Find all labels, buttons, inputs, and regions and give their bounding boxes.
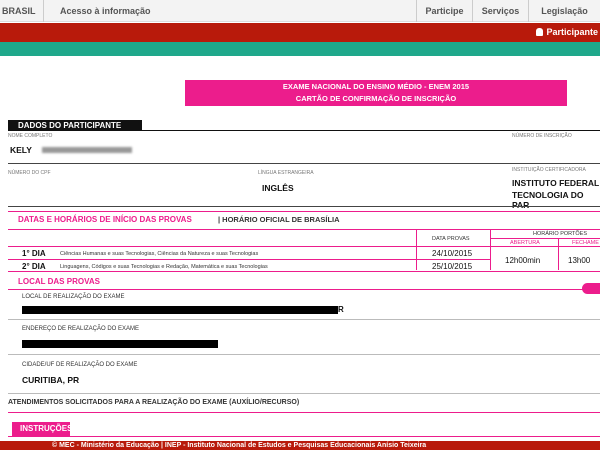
divider: [8, 246, 600, 247]
participante-menu[interactable]: Participante: [536, 23, 598, 42]
participant-bar: Participante: [0, 23, 600, 42]
local-label: LOCAL DE REALIZAÇÃO DO EXAME: [22, 294, 125, 300]
dia-1-desc: Ciências Humanas e suas Tecnologias, Ciê…: [60, 251, 259, 257]
divider: [416, 230, 417, 270]
nav-servicos[interactable]: Serviços: [472, 0, 528, 22]
lingua-value: INGLÊS: [262, 183, 294, 193]
footer: © MEC - Ministério da Educação | INEP - …: [0, 441, 600, 450]
exam-title: EXAME NACIONAL DO ENSINO MÉDIO - ENEM 20…: [282, 82, 470, 91]
dia-2-data: 25/10/2015: [432, 262, 473, 271]
nome-label: NOME COMPLETO: [8, 133, 53, 139]
teal-strip: [0, 42, 600, 56]
divider: [490, 238, 600, 239]
horario-oficial: | HORÁRIO OFICIAL DE BRASÍLIA: [218, 215, 340, 224]
nome-value: KELY: [10, 145, 32, 155]
divider: [8, 229, 600, 230]
divider: [8, 393, 600, 394]
dia-2-label: 2° DIA: [22, 262, 46, 271]
datas-heading: DATAS E HORÁRIOS DE INÍCIO DAS PROVAS: [18, 215, 192, 224]
divider: [8, 259, 490, 260]
exam-header: EXAME NACIONAL DO ENSINO MÉDIO - ENEM 20…: [185, 80, 567, 106]
instituicao-line1: INSTITUTO FEDERAL: [512, 178, 600, 188]
divider: [8, 271, 600, 272]
divider: [8, 211, 600, 212]
inscricao-label: NÚMERO DE INSCRIÇÃO: [512, 133, 572, 139]
divider: [8, 206, 600, 207]
divider: [8, 319, 600, 320]
acesso-informacao-link[interactable]: Acesso à informação: [60, 0, 151, 22]
dia-1-data: 24/10/2015: [432, 249, 473, 258]
gov-top-bar: BRASIL Acesso à informação Participe Ser…: [0, 0, 600, 22]
redacted-local: [22, 306, 338, 314]
col-data-provas: DATA PROVAS: [432, 236, 470, 242]
user-icon: [536, 28, 544, 36]
dia-1-label: 1° DIA: [22, 249, 46, 258]
dia-2-desc: Linguagens, Códigos e suas Tecnologias e…: [60, 264, 268, 270]
lingua-label: LÍNGUA ESTRANGEIRA: [258, 170, 314, 176]
redacted-name: [42, 147, 132, 153]
atendimentos-heading: ATENDIMENTOS SOLICITADOS PARA A REALIZAÇ…: [8, 399, 300, 406]
nav-participe[interactable]: Participe: [416, 0, 472, 22]
participante-label: Participante: [546, 27, 598, 37]
cidade-label: CIDADE/UF DE REALIZAÇÃO DO EXAME: [22, 362, 138, 368]
cpf-label: NÚMERO DO CPF: [8, 170, 51, 176]
local-tail: R: [338, 305, 344, 314]
divider: [8, 436, 600, 437]
divider: [490, 230, 491, 270]
instituicao-line2: TECNOLOGIA DO PAR: [512, 190, 584, 210]
divider: [8, 163, 600, 164]
nav-legislacao[interactable]: Legislação: [528, 0, 600, 22]
divider: [8, 354, 600, 355]
divider: [558, 238, 559, 270]
instituicao-label: INSTITUIÇÃO CERTIFICADORA: [512, 167, 586, 173]
col-horario-portoes: HORÁRIO PORTÕES: [533, 231, 587, 237]
brasil-link[interactable]: BRASIL: [0, 0, 44, 22]
section-marker: [582, 283, 600, 294]
divider: [8, 289, 583, 290]
redacted-endereco: [22, 340, 218, 348]
horario-abertura: 12h00min: [505, 256, 541, 265]
instrucoes-tab[interactable]: INSTRUÇÕES: [12, 422, 72, 436]
exam-subtitle: CARTÃO DE CONFIRMAÇÃO DE INSCRIÇÃO: [295, 94, 457, 103]
divider: [8, 412, 600, 413]
local-heading: LOCAL DAS PROVAS: [18, 277, 100, 286]
cidade-value: CURITIBA, PR: [22, 375, 80, 385]
divider: [8, 130, 600, 131]
horario-fechamento: 13h00: [568, 256, 591, 265]
endereco-label: ENDEREÇO DE REALIZAÇÃO DO EXAME: [22, 326, 140, 332]
